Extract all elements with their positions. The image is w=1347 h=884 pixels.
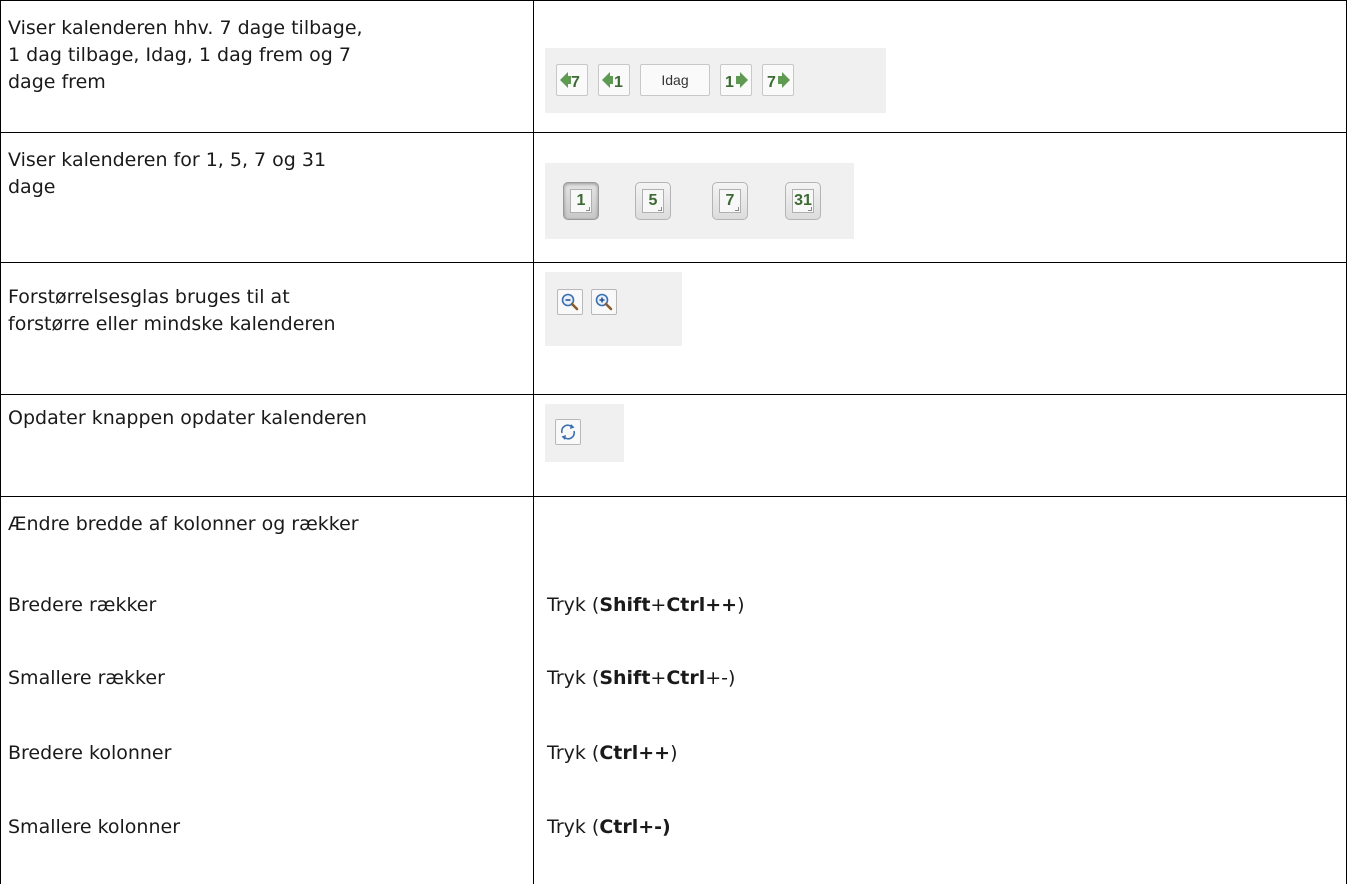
row-divider [0,262,1347,263]
view-days-description-line: Viser kalenderen for 1, 5, 7 og 31 [8,149,327,171]
double-arrow-right-icon: 7 [767,72,790,91]
view-5-days-label: 5 [642,189,664,213]
arrow-left-icon: 1 [602,72,623,91]
back-7-days-button[interactable]: 7 [556,64,588,96]
shortcut-suffix: ) [737,594,745,616]
shortcut-prefix: Tryk ( [547,594,600,616]
view-5-days-button[interactable]: 5 [635,182,671,220]
refresh-toolbar [545,404,624,462]
shortcut-key: +- [705,667,729,689]
svg-text:1: 1 [725,74,734,91]
nav-description-line: Viser kalenderen hhv. 7 dage tilbage, [8,17,363,39]
table-border-top [0,0,1347,1]
shortcut-prefix: Tryk ( [547,742,600,764]
shortcut-prefix: Tryk ( [547,816,600,838]
shortcut-prefix: Tryk ( [547,667,600,689]
back-1-day-button[interactable]: 1 [598,64,630,96]
shortcut-key: Shift [599,667,651,689]
shortcut-sep: + [650,594,667,616]
arrow-right-icon: 1 [725,72,748,91]
view-7-days-label: 7 [719,189,741,213]
zoom-description-line: Forstørrelsesglas bruges til at [8,286,290,308]
svg-text:1: 1 [614,74,623,91]
column-divider [533,0,534,884]
resize-shortcut: Tryk (Shift+Ctrl+-) [547,666,735,691]
zoom-toolbar [545,272,682,346]
refresh-icon [560,424,576,440]
view-31-days-label: 31 [792,189,814,213]
zoom-description-line: forstørre eller mindske kalenderen [8,313,336,335]
nav-description-line: 1 dag tilbage, Idag, 1 dag frem og 7 [8,44,351,66]
zoom-out-button[interactable] [557,289,583,315]
resize-shortcut: Tryk (Ctrl+-) [547,815,671,840]
shortcut-key: ++ [705,594,738,616]
svg-text:7: 7 [571,74,580,91]
svg-text:7: 7 [767,74,776,91]
shortcut-suffix: ) [670,742,678,764]
shortcut-key: Ctrl [666,594,706,616]
view-days-description-line: dage [8,176,56,198]
shortcut-key: Ctrl [599,816,639,838]
row-divider [0,132,1347,133]
shortcut-key: +-) [638,816,671,838]
resize-heading: Ændre bredde af kolonner og rækker [8,513,359,535]
row-divider [0,496,1347,497]
resize-shortcut: Tryk (Ctrl++) [547,741,678,766]
resize-shortcut: Tryk (Shift+Ctrl++) [547,593,745,618]
shortcut-suffix: ) [728,667,736,689]
help-table: Viser kalenderen hhv. 7 dage tilbage, 1 … [0,0,1347,884]
navigation-toolbar: 7 1 Idag 1 7 [545,48,886,113]
view-31-days-button[interactable]: 31 [785,182,821,220]
row-divider [0,394,1347,395]
double-arrow-left-icon: 7 [560,72,580,91]
resize-item-label: Smallere rækker [8,667,165,689]
shortcut-key: ++ [638,742,671,764]
refresh-description: Opdater knappen opdater kalenderen [8,407,367,429]
shortcut-key: Shift [599,594,651,616]
view-7-days-button[interactable]: 7 [712,182,748,220]
shortcut-key: Ctrl [666,667,706,689]
resize-item-label: Bredere rækker [8,594,157,616]
resize-item-label: Bredere kolonner [8,742,172,764]
shortcut-sep: + [650,667,667,689]
table-border-left [0,0,1,884]
view-1-day-label: 1 [570,189,592,213]
forward-1-day-button[interactable]: 1 [720,64,752,96]
view-days-toolbar: 1 5 7 31 [545,163,854,239]
zoom-in-button[interactable] [591,289,617,315]
refresh-button[interactable] [555,419,581,445]
today-button[interactable]: Idag [640,64,710,96]
shortcut-key: Ctrl [599,742,639,764]
forward-7-days-button[interactable]: 7 [762,64,794,96]
zoom-out-icon [561,293,579,311]
resize-item-label: Smallere kolonner [8,816,181,838]
zoom-in-icon [595,293,613,311]
nav-description-line: dage frem [8,71,106,93]
view-1-day-button[interactable]: 1 [563,182,599,220]
